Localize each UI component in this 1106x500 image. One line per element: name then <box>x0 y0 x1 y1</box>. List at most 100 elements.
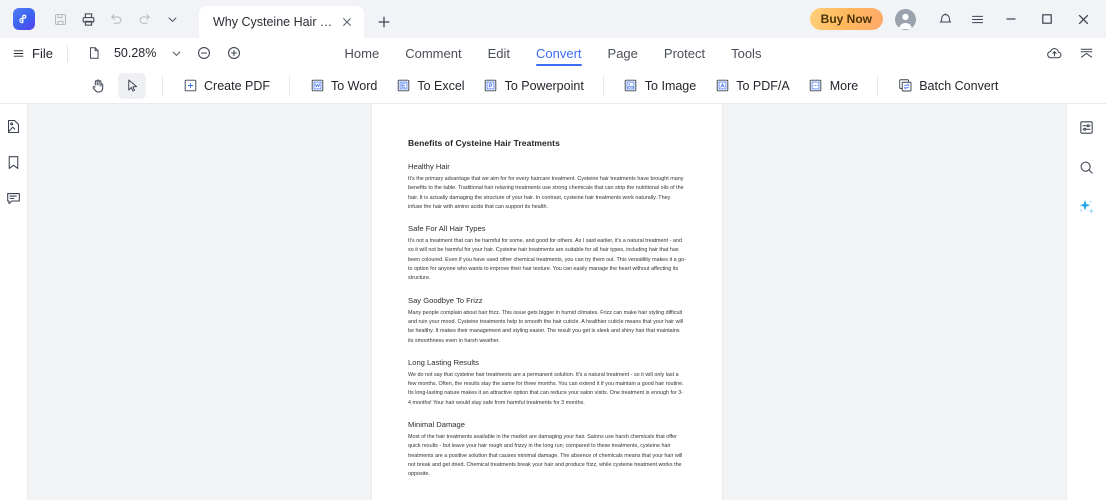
section-heading: Say Goodbye To Frizz <box>408 295 483 305</box>
pdf-page[interactable]: Benefits of Cysteine Hair Treatments Hea… <box>372 104 722 500</box>
right-sidebar <box>1066 104 1106 500</box>
document-section: Minimal Damage Most of the hair treatmen… <box>408 420 686 479</box>
section-body: Most of the hair treatments available in… <box>408 434 683 478</box>
thumbnails-icon[interactable] <box>2 114 26 138</box>
more-icon <box>808 78 824 94</box>
tab-tools[interactable]: Tools <box>718 38 774 68</box>
collapse-ribbon-icon[interactable] <box>1074 41 1098 65</box>
document-tab[interactable]: Why Cysteine Hair Treat... <box>199 6 364 38</box>
zoom-in-icon[interactable] <box>222 41 246 65</box>
save-icon[interactable] <box>47 6 73 32</box>
hand-tool-button[interactable] <box>84 73 112 99</box>
left-sidebar <box>0 104 28 500</box>
tab-strip: Why Cysteine Hair Treat... <box>199 0 398 38</box>
to-image-icon <box>623 78 639 94</box>
section-body: We do not say that cysteine hair treatme… <box>408 371 684 406</box>
document-section: Healthy Hair It's the primary advantage … <box>408 162 686 212</box>
tab-home[interactable]: Home <box>332 38 393 68</box>
divider <box>877 75 879 96</box>
batch-convert-icon <box>897 78 913 94</box>
pdfelement-logo <box>13 8 35 30</box>
application-window: Why Cysteine Hair Treat... Buy Now <box>0 0 1106 500</box>
print-icon[interactable] <box>75 6 101 32</box>
divider <box>289 75 290 96</box>
create-pdf-icon <box>182 78 198 94</box>
document-tab-title: Why Cysteine Hair Treat... <box>213 15 334 29</box>
create-pdf-button[interactable]: Create PDF <box>173 73 279 99</box>
chevron-down-icon[interactable] <box>168 43 186 63</box>
to-pdfa-label: To PDF/A <box>736 78 790 93</box>
section-heading: Long Lasting Results <box>408 357 479 367</box>
section-heading: Safe For All Hair Types <box>408 224 486 234</box>
to-excel-label: To Excel <box>417 78 465 93</box>
tab-edit[interactable]: Edit <box>475 38 523 68</box>
menu-bar-right <box>1042 38 1098 68</box>
tab-protect[interactable]: Protect <box>651 38 718 68</box>
comment-icon[interactable] <box>2 186 26 210</box>
workspace: Benefits of Cysteine Hair Treatments Hea… <box>0 104 1106 500</box>
to-word-button[interactable]: To Word <box>300 73 386 99</box>
file-menu-label: File <box>32 45 53 61</box>
section-heading: Minimal Damage <box>408 420 465 430</box>
redo-icon[interactable] <box>131 6 157 32</box>
create-pdf-label: Create PDF <box>204 78 270 93</box>
divider <box>602 75 604 96</box>
app-menu-icon[interactable] <box>962 4 992 34</box>
tab-comment[interactable]: Comment <box>392 38 474 68</box>
new-tab-button[interactable] <box>370 6 398 38</box>
notifications-bell-icon[interactable] <box>930 4 960 34</box>
section-body: It's the primary advantage that we aim f… <box>408 176 684 210</box>
page-fit-icon[interactable] <box>82 41 106 65</box>
title-bar-right: Buy Now <box>809 0 1106 38</box>
section-body: It's not a treatment that can be harmful… <box>408 238 686 282</box>
to-pdfa-icon <box>714 78 730 94</box>
to-image-button[interactable]: To Image <box>614 73 705 99</box>
document-section: Safe For All Hair Types It's not a treat… <box>408 224 686 283</box>
zoom-level-value[interactable]: 50.28% <box>114 46 162 60</box>
maximize-button[interactable] <box>1030 0 1064 38</box>
to-powerpoint-icon <box>483 78 499 94</box>
chevron-down-icon[interactable] <box>159 6 185 32</box>
close-button[interactable] <box>1066 0 1100 38</box>
minimize-button[interactable] <box>994 0 1028 38</box>
divider <box>162 75 163 96</box>
cloud-upload-icon[interactable] <box>1042 41 1066 65</box>
document-canvas[interactable]: Benefits of Cysteine Hair Treatments Hea… <box>28 104 1066 500</box>
buy-now-button[interactable]: Buy Now <box>809 8 883 30</box>
menu-bar: File 50.28% Home Comment Edit Convert Pa… <box>0 38 1106 68</box>
avatar[interactable] <box>895 8 916 30</box>
tab-convert[interactable]: Convert <box>523 38 595 68</box>
properties-icon[interactable] <box>1074 114 1100 140</box>
to-image-label: To Image <box>644 78 697 93</box>
document-section: Say Goodbye To Frizz Many people complai… <box>408 296 686 346</box>
file-menu-button[interactable]: File <box>12 46 53 61</box>
section-body: Many people complain about hair frizz. T… <box>408 309 684 344</box>
title-bar: Why Cysteine Hair Treat... Buy Now <box>0 0 1106 38</box>
ai-sparkle-icon[interactable] <box>1074 194 1100 220</box>
to-word-icon <box>309 78 325 94</box>
select-tool-button[interactable] <box>118 72 146 99</box>
zoom-controls: 50.28% <box>82 41 246 65</box>
more-button[interactable]: More <box>799 73 867 99</box>
search-icon[interactable] <box>1074 154 1100 180</box>
close-icon[interactable] <box>338 13 356 31</box>
more-label: More <box>829 78 859 93</box>
to-word-label: To Word <box>331 78 378 93</box>
batch-convert-label: Batch Convert <box>919 78 999 93</box>
zoom-out-icon[interactable] <box>192 41 216 65</box>
divider <box>66 44 68 62</box>
undo-icon[interactable] <box>103 6 129 32</box>
to-powerpoint-button[interactable]: To Powerpoint <box>474 73 593 99</box>
title-bar-left: Why Cysteine Hair Treat... <box>0 0 398 38</box>
document-title: Benefits of Cysteine Hair Treatments <box>408 138 560 148</box>
convert-ribbon: Create PDF To Word To Excel To Powerpoin… <box>0 68 1106 104</box>
to-powerpoint-label: To Powerpoint <box>504 78 584 93</box>
document-section: Long Lasting Results We do not say that … <box>408 358 686 408</box>
batch-convert-button[interactable]: Batch Convert <box>888 73 1007 99</box>
to-pdfa-button[interactable]: To PDF/A <box>705 73 799 99</box>
to-excel-button[interactable]: To Excel <box>386 73 473 99</box>
section-heading: Healthy Hair <box>408 162 450 171</box>
to-excel-icon <box>395 78 411 94</box>
tab-page[interactable]: Page <box>595 38 651 68</box>
bookmark-icon[interactable] <box>2 150 26 174</box>
